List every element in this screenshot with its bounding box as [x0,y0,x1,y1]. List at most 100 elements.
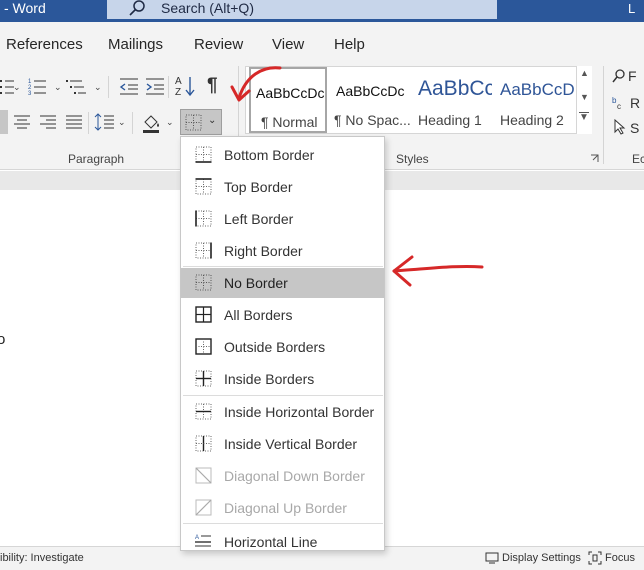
increase-indent-icon[interactable] [144,76,166,96]
menu-item-all-borders[interactable]: All Borders [181,300,384,330]
chevron-down-icon[interactable]: ▼ [580,92,589,102]
menu-item-inside-horizontal-border[interactable]: Inside Horizontal Border [181,397,384,427]
chevron-down-icon[interactable]: ⌄ [166,117,174,128]
menu-item-bottom-border[interactable]: Bottom Border [181,140,384,170]
style-sample: AaBbCcDc [336,83,405,99]
diagonal-down-border-icon [195,467,212,484]
align-left-button[interactable] [0,110,8,134]
chevron-down-icon[interactable]: ⌄ [13,82,21,93]
menu-item-label: Inside Borders [224,371,315,387]
styles-gallery: AaBbCcDc ¶ Normal AaBbCcDc ¶ No Spac... … [245,66,591,134]
inside-horizontal-border-icon [195,403,212,420]
style-sample: AaBbCc [418,77,492,100]
chevron-up-icon[interactable]: ▲ [580,68,589,78]
style-sample: AaBbCcD [500,80,574,99]
menu-separator [183,395,383,396]
replace-icon[interactable]: b c [612,94,626,110]
chevron-down-icon[interactable]: ⌄ [54,82,62,93]
sort-icon[interactable]: A Z [174,74,196,98]
borders-button[interactable]: ⌄ [180,109,222,135]
find-icon[interactable] [612,68,626,84]
svg-text:c: c [617,102,621,110]
style-name: Heading 2 [500,112,564,128]
user-initial[interactable]: L [628,0,635,17]
menu-item-label: All Borders [224,307,293,323]
menu-item-label: Diagonal Down Border [224,468,365,484]
menu-item-inside-borders[interactable]: Inside Borders [181,364,384,394]
paragraph-group-label: Paragraph [68,152,125,166]
menu-item-inside-vertical-border[interactable]: Inside Vertical Border [181,429,384,459]
style-heading-1[interactable]: AaBbCc Heading 1 [412,67,492,133]
select-label[interactable]: S [630,120,639,136]
annotation-arrow [230,66,282,102]
menu-item-label: Horizontal Line [224,534,318,550]
find-label[interactable]: F [628,68,637,84]
chevron-down-icon: ⌄ [208,115,217,126]
menu-item-label: Inside Horizontal Border [224,404,375,420]
svg-text:A: A [195,535,199,541]
line-spacing-icon[interactable] [94,112,116,132]
divider [108,76,109,98]
left-border-icon [195,210,212,227]
select-icon[interactable] [614,119,626,135]
bottom-border-icon [195,146,212,163]
tab-references[interactable]: References [6,36,83,53]
menu-separator [183,523,383,524]
menu-item-label: Outside Borders [224,339,326,355]
multilevel-list-icon[interactable] [66,76,90,96]
menu-item-horizontal-line[interactable]: A Horizontal Line [181,527,384,550]
inside-vertical-border-icon [195,435,212,452]
chevron-down-icon[interactable]: ⌄ [94,82,102,93]
menu-item-top-border[interactable]: Top Border [181,172,384,202]
all-borders-icon [195,306,212,323]
tab-view[interactable]: View [272,36,304,53]
menu-separator [183,266,383,267]
menu-item-label: Bottom Border [224,147,315,163]
accessibility-status[interactable]: ibility: Investigate [0,552,84,564]
menu-item-right-border[interactable]: Right Border [181,236,384,266]
style-heading-2[interactable]: AaBbCcD Heading 2 [494,67,574,133]
show-formatting-icon[interactable]: ¶ [207,75,218,97]
annotation-arrow [392,255,484,287]
align-center-icon[interactable] [12,112,32,132]
divider [132,112,133,134]
menu-item-diagonal-up-border[interactable]: Diagonal Up Border [181,493,384,523]
style-name: ¶ No Spac... [334,112,411,128]
focus-button[interactable]: Focus [605,552,635,564]
menu-item-outside-borders[interactable]: Outside Borders [181,332,384,362]
menu-item-left-border[interactable]: Left Border [181,204,384,234]
inside-borders-icon [195,370,212,387]
dialog-launcher-icon[interactable] [590,154,599,163]
right-border-icon [195,242,212,259]
align-right-icon[interactable] [38,112,58,132]
search-box[interactable]: Search (Alt+Q) [107,0,497,19]
menu-item-label: Right Border [224,243,303,259]
chevron-down-icon[interactable]: ⌄ [118,117,126,128]
title-bar: - Word Search (Alt+Q) L [0,0,644,22]
outside-borders-icon [195,338,212,355]
tab-review[interactable]: Review [194,36,243,53]
styles-gallery-scroll[interactable]: ▲ ▼ ▼ [576,66,592,134]
divider [168,76,169,98]
svg-text:3: 3 [28,91,32,96]
divider [603,66,604,164]
styles-group-label: Styles [396,152,429,166]
decrease-indent-icon[interactable] [118,76,140,96]
numbering-icon[interactable]: 1 2 3 [28,76,50,96]
menu-item-label: Inside Vertical Border [224,436,358,452]
search-icon [129,0,145,16]
justify-icon[interactable] [64,112,84,132]
menu-item-diagonal-down-border[interactable]: Diagonal Down Border [181,461,384,491]
no-border-icon [195,274,212,291]
menu-item-label: Top Border [224,179,293,195]
tab-mailings[interactable]: Mailings [108,36,163,53]
replace-label[interactable]: R [630,95,640,111]
display-settings-icon [485,552,499,564]
menu-item-no-border[interactable]: No Border [181,268,384,298]
display-settings-button[interactable]: Display Settings [502,552,581,564]
no-border-icon [185,114,202,131]
tab-help[interactable]: Help [334,36,365,53]
style-no-spacing[interactable]: AaBbCcDc ¶ No Spac... [330,67,411,133]
shading-icon[interactable] [141,111,165,135]
more-styles-icon[interactable]: ▼ [579,112,589,123]
